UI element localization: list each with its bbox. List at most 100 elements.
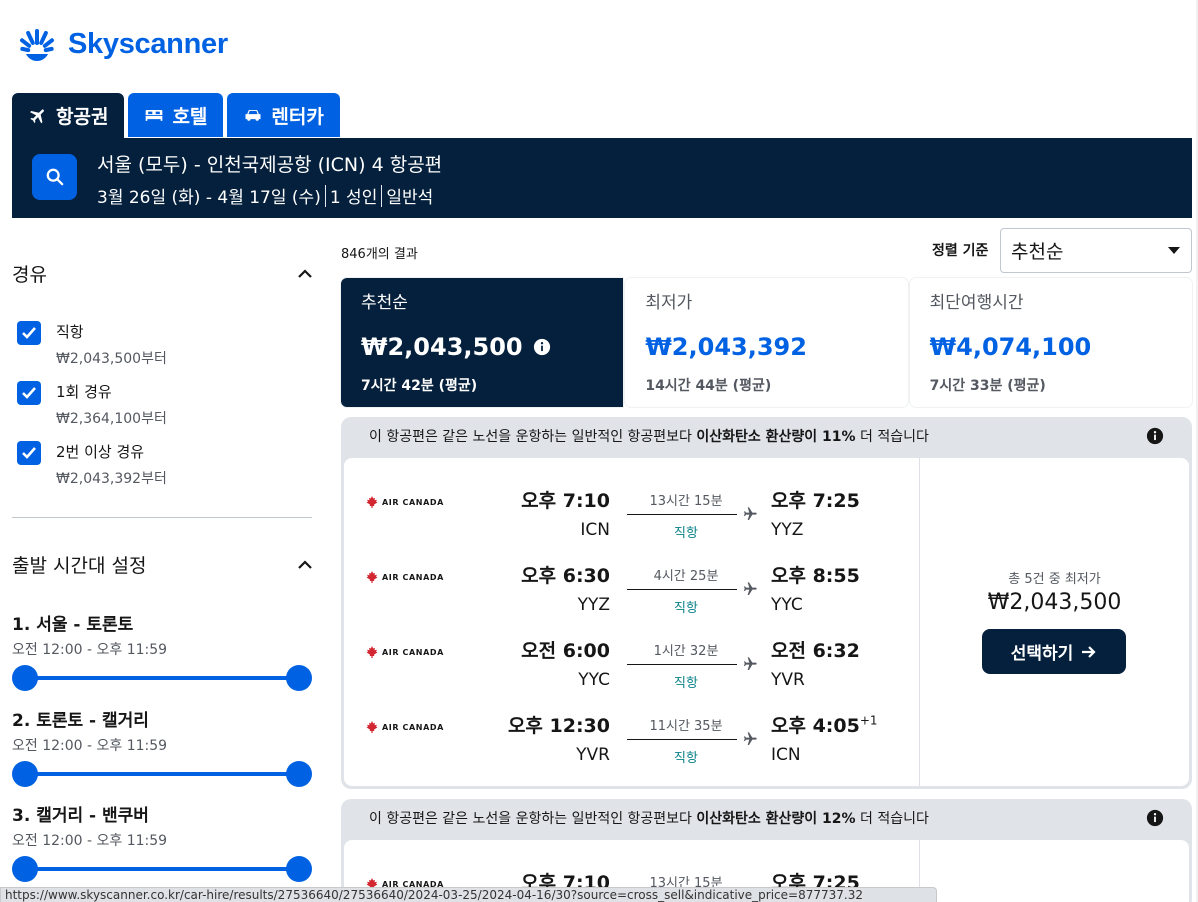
route-line (627, 664, 737, 665)
arrival-airport: ICN (771, 745, 801, 765)
product-tabs: 항공권 호텔 렌터카 (12, 93, 340, 138)
leg-time-range: 오전 12:00 - 오후 11:59 (12, 833, 168, 849)
sort-value: 추천순 (1011, 241, 1064, 263)
result-card: 이 항공편은 같은 노선을 운항하는 일반적인 항공편보다 이산화탄소 환산량이… (341, 417, 1192, 789)
slider-min-handle[interactable] (12, 761, 38, 787)
arrival-time: 오후 8:55 (771, 565, 860, 587)
plane-icon (744, 507, 757, 520)
sort-card-duration: 7시간 33분 (평균) (929, 378, 1046, 394)
slider-max-handle[interactable] (286, 761, 312, 787)
brand-wordmark: Skyscanner (68, 27, 228, 60)
sort-options: 추천순 ₩2,043,500 7시간 42분 (평균) 최저가 ₩2,043,3… (341, 278, 1192, 407)
plane-icon (744, 582, 757, 595)
sort-card-duration: 14시간 44분 (평균) (645, 378, 772, 394)
departure-airport: YVR (576, 745, 610, 765)
tab-hotels[interactable]: 호텔 (128, 93, 224, 137)
stop-label: 1회 경유 (56, 383, 112, 401)
departure-airport: YYC (578, 670, 610, 690)
checkbox-checked[interactable] (17, 381, 41, 405)
select-button[interactable]: 선택하기 (982, 629, 1126, 674)
eco-text: 이 항공편은 같은 노선을 운항하는 일반적인 항공편보다 이산화탄소 환산량이… (369, 811, 929, 827)
flight-duration: 11시간 35분 (649, 719, 723, 734)
stops-filter-title: 경유 (12, 264, 47, 286)
stop-label: 직항 (56, 323, 84, 341)
check-icon (22, 447, 36, 459)
flight-leg: AIR CANADA 오후 6:30 YYZ 4시간 25분 직항 오후 8:5… (344, 551, 920, 626)
stop-price: ₩2,043,392부터 (56, 471, 167, 487)
stops-filter-header[interactable]: 경유 (12, 260, 312, 287)
filter-divider (12, 517, 312, 518)
info-icon[interactable] (1146, 427, 1164, 445)
leg-time-range: 오전 12:00 - 오후 11:59 (12, 642, 168, 658)
departure-time-header[interactable]: 출발 시간대 설정 (12, 551, 312, 578)
ticket-price: ₩2,043,500 (987, 590, 1122, 615)
departure-airport: ICN (580, 520, 610, 540)
time-slider[interactable] (12, 856, 312, 882)
arrival-time: 오후 7:25 (771, 490, 860, 512)
route-summary: 서울 (모두) - 인천국제공항 (ICN) 4 항공편 (97, 154, 443, 176)
stop-option-two-plus[interactable]: 2번 이상 경유 ₩2,043,392부터 (17, 441, 167, 488)
flight-duration: 13시간 15분 (649, 494, 723, 509)
ticket[interactable]: AIR CANADA 오후 7:10 ICN 13시간 15분 직항 오후 7:… (344, 458, 1189, 786)
time-filter-leg-3: 3. 캘거리 - 밴쿠버 오전 12:00 - 오후 11:59 (12, 801, 312, 882)
departure-time-title: 출발 시간대 설정 (12, 555, 147, 577)
chevron-up-icon (298, 269, 312, 278)
skyscanner-logo[interactable]: Skyscanner (12, 24, 228, 64)
tab-car-hire[interactable]: 렌터카 (227, 93, 340, 137)
checkbox-checked[interactable] (17, 441, 41, 465)
select-button-label: 선택하기 (1010, 644, 1074, 664)
stop-price: ₩2,364,100부터 (56, 411, 167, 427)
time-slider[interactable] (12, 761, 312, 787)
tab-flights-label: 항공권 (56, 106, 109, 128)
stops-info: 직항 (674, 751, 698, 766)
slider-max-handle[interactable] (286, 856, 312, 882)
tab-hotels-label: 호텔 (172, 105, 208, 128)
arrival-time: 오전 6:32 (771, 640, 860, 662)
slider-track (24, 867, 300, 871)
maple-leaf-icon (366, 646, 378, 658)
info-icon[interactable] (533, 338, 551, 356)
slider-min-handle[interactable] (12, 856, 38, 882)
itinerary-legs: AIR CANADA 오후 7:10 ICN 13시간 15분 직항 오후 7:… (344, 458, 920, 786)
sort-dropdown[interactable]: 추천순 (1000, 228, 1192, 273)
eco-text: 이 항공편은 같은 노선을 운항하는 일반적인 항공편보다 이산화탄소 환산량이… (369, 429, 929, 445)
time-slider[interactable] (12, 665, 312, 691)
leg-time-range: 오전 12:00 - 오후 11:59 (12, 738, 168, 754)
search-button[interactable] (32, 154, 77, 200)
airline-logo: AIR CANADA (366, 571, 444, 583)
bed-icon (146, 110, 163, 121)
sort-card-best[interactable]: 추천순 ₩2,043,500 7시간 42분 (평균) (341, 278, 624, 407)
car-icon (245, 110, 261, 121)
slider-max-handle[interactable] (286, 665, 312, 691)
search-summary-bar[interactable]: 서울 (모두) - 인천국제공항 (ICN) 4 항공편 3월 26일 (화) … (12, 138, 1192, 218)
sort-card-cheapest[interactable]: 최저가 ₩2,043,392 14시간 44분 (평균) (625, 278, 908, 407)
stop-option-direct[interactable]: 직항 ₩2,043,500부터 (17, 321, 167, 368)
stops-info: 직항 (674, 676, 698, 691)
arrival-time: 오후 4:05+1 (771, 713, 878, 737)
sort-card-duration: 7시간 42분 (평균) (361, 378, 478, 394)
slider-track (24, 676, 300, 680)
tab-flights[interactable]: 항공권 (12, 93, 125, 138)
stop-option-one-stop[interactable]: 1회 경유 ₩2,364,100부터 (17, 381, 167, 428)
eco-banner: 이 항공편은 같은 노선을 운항하는 일반적인 항공편보다 이산화탄소 환산량이… (341, 799, 1192, 837)
route-line (627, 739, 737, 740)
slider-min-handle[interactable] (12, 665, 38, 691)
leg-title: 2. 토론토 - 캘거리 (12, 711, 149, 731)
airline-logo: AIR CANADA (366, 646, 444, 658)
leg-title: 1. 서울 - 토론토 (12, 615, 134, 635)
route-line (627, 589, 737, 590)
departure-time: 오후 12:30 (507, 715, 610, 737)
sort-label: 정렬 기준 (932, 243, 989, 259)
price-note: 총 5건 중 최저가 (1008, 572, 1101, 587)
flight-leg: AIR CANADA 오후 12:30 YVR 11시간 35분 직항 오후 4… (344, 701, 920, 776)
info-icon[interactable] (1146, 809, 1164, 827)
route-line (627, 514, 737, 515)
flight-duration: 1시간 32분 (653, 644, 719, 659)
arrow-right-icon (1082, 645, 1096, 658)
flight-leg: AIR CANADA 오전 6:00 YYC 1시간 32분 직항 오전 6:3… (344, 626, 920, 701)
check-icon (22, 387, 36, 399)
checkbox-checked[interactable] (17, 321, 41, 345)
sort-card-fastest[interactable]: 최단여행시간 ₩4,074,100 7시간 33분 (평균) (909, 278, 1192, 407)
eco-banner: 이 항공편은 같은 노선을 운항하는 일반적인 항공편보다 이산화탄소 환산량이… (341, 417, 1192, 455)
sort-card-name: 추천순 (361, 293, 408, 313)
